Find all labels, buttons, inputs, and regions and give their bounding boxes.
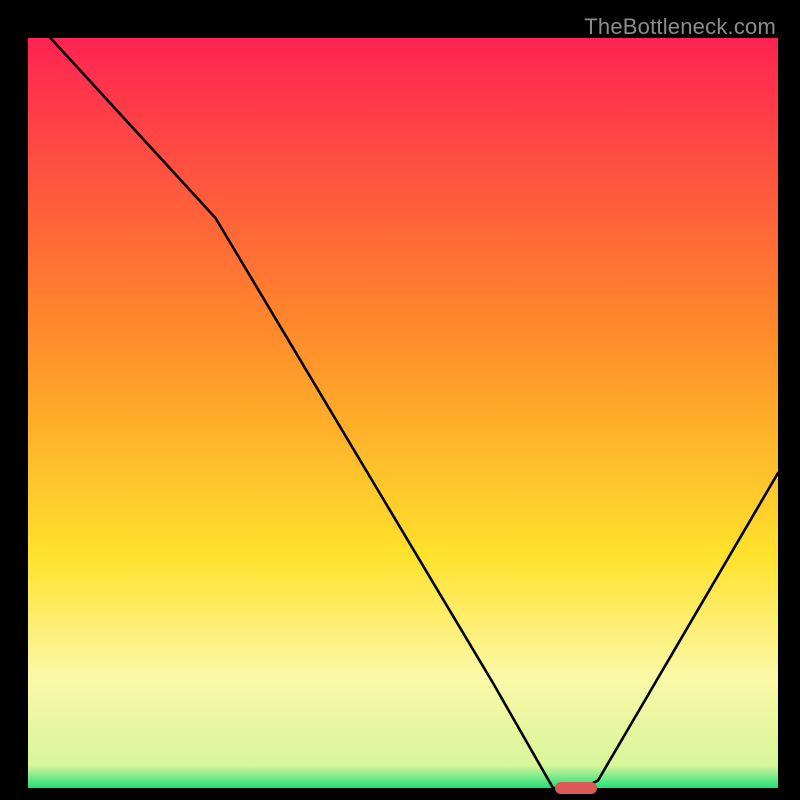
bottleneck-curve <box>51 38 779 788</box>
chart-frame: TheBottleneck.com <box>8 8 792 792</box>
watermark-label: TheBottleneck.com <box>584 14 776 40</box>
optimal-marker <box>555 782 597 794</box>
curve-layer <box>28 38 778 788</box>
plot-area <box>28 38 778 788</box>
